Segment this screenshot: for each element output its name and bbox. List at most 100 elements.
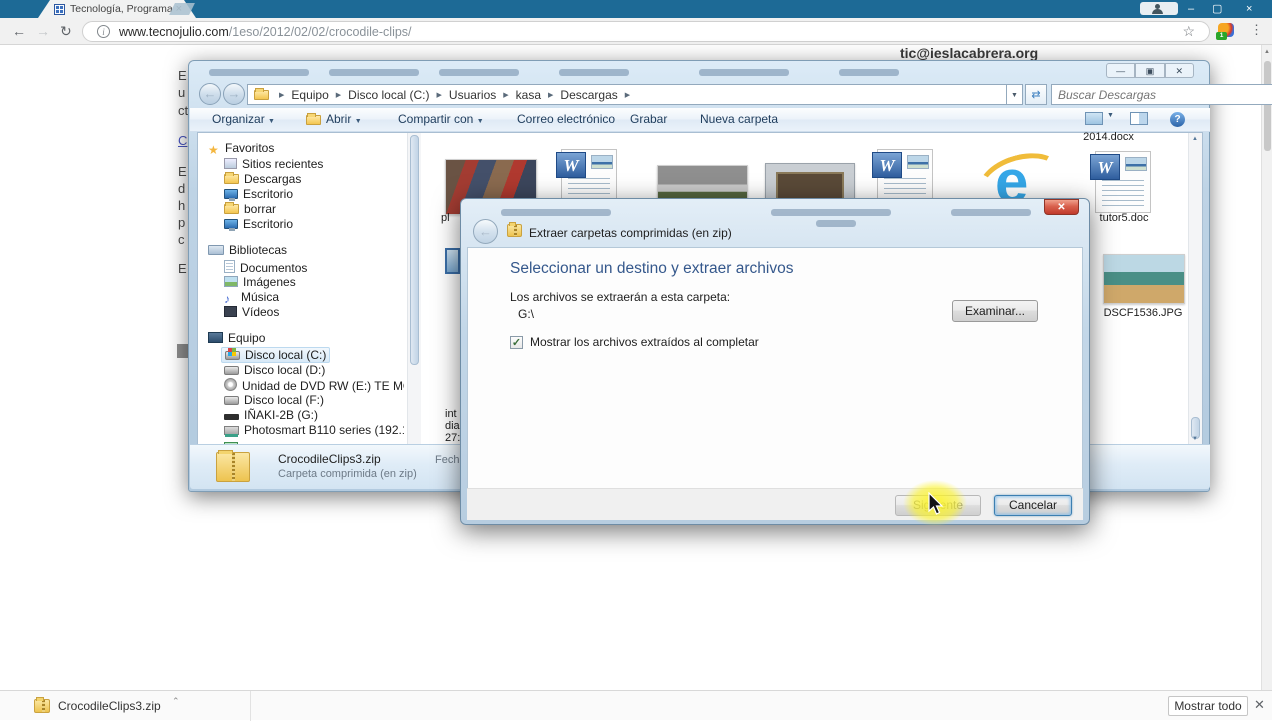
sidebar-item-photosmart[interactable]: Photosmart B110 series (192.1 bbox=[224, 423, 404, 437]
sidebar-item-dvd[interactable]: Unidad de DVD RW (E:) TE MO bbox=[224, 378, 404, 393]
explorer-minimize-button[interactable]: — bbox=[1106, 63, 1135, 78]
download-chevron-icon[interactable]: ⌃ bbox=[172, 696, 180, 707]
page-scrollbar[interactable]: ▲ bbox=[1261, 45, 1272, 690]
download-item[interactable]: CrocodileClips3.zip bbox=[34, 695, 234, 717]
show-extracted-label[interactable]: Mostrar los archivos extraídos al comple… bbox=[530, 335, 759, 349]
blurred-text bbox=[439, 69, 519, 76]
destination-path[interactable]: G:\ bbox=[518, 307, 534, 321]
share-button[interactable]: Compartir con ▼ bbox=[398, 112, 484, 126]
sidebar-item-musica[interactable]: ♪Música bbox=[224, 290, 279, 306]
scroll-up-icon[interactable]: ▲ bbox=[1264, 49, 1270, 55]
breadcrumb[interactable]: ▶ Equipo ▶ Disco local (C:) ▶ Usuarios ▶… bbox=[247, 84, 1007, 105]
breadcrumb-kasa[interactable]: kasa bbox=[514, 88, 543, 102]
page-info-icon[interactable]: i bbox=[97, 25, 110, 38]
blurred-text bbox=[699, 69, 789, 76]
dialog-back-button[interactable]: ← bbox=[473, 219, 498, 244]
search-input[interactable] bbox=[1058, 87, 1272, 103]
burn-button[interactable]: Grabar bbox=[630, 112, 667, 126]
chevron-right-icon: ▶ bbox=[543, 91, 558, 99]
pictures-icon bbox=[224, 276, 238, 287]
file-partial-icon[interactable] bbox=[445, 248, 460, 274]
breadcrumb-disco-c[interactable]: Disco local (C:) bbox=[346, 88, 431, 102]
page-email-text: tic@ieslacabrera.org bbox=[900, 45, 1038, 61]
window-maximize-button[interactable]: ▢ bbox=[1212, 0, 1222, 18]
download-bar-close-icon[interactable]: ✕ bbox=[1254, 697, 1265, 713]
breadcrumb-descargas[interactable]: Descargas bbox=[558, 88, 619, 102]
explorer-forward-button[interactable]: → bbox=[223, 83, 245, 105]
blurred-text bbox=[771, 209, 891, 216]
address-dropdown-button[interactable]: ▼ bbox=[1007, 84, 1023, 105]
back-icon[interactable]: ← bbox=[12, 22, 26, 40]
sidebar-item-descargas[interactable]: Descargas bbox=[224, 172, 301, 186]
explorer-close-button[interactable]: ✕ bbox=[1165, 63, 1194, 78]
organize-button[interactable]: Organizar ▼ bbox=[212, 112, 275, 126]
explorer-window-controls: — ▣ ✕ bbox=[1106, 63, 1194, 78]
file-label-2014[interactable]: 2014.docx bbox=[1071, 131, 1146, 143]
dialog-close-button[interactable]: ✕ bbox=[1044, 199, 1079, 215]
forward-icon[interactable]: → bbox=[36, 22, 50, 40]
profile-button[interactable] bbox=[1140, 2, 1178, 15]
address-bar[interactable]: i www.tecnojulio.com/1eso/2012/02/02/cro… bbox=[82, 21, 1210, 42]
page-link-fragment[interactable]: C bbox=[178, 133, 187, 148]
show-all-downloads-button[interactable]: Mostrar todo bbox=[1168, 696, 1248, 716]
sidebar-item-escritorio[interactable]: Escritorio bbox=[224, 187, 293, 201]
window-minimize-button[interactable]: – bbox=[1188, 0, 1194, 18]
sidebar-item-disco-f[interactable]: Disco local (F:) bbox=[224, 393, 324, 407]
scroll-up-icon[interactable]: ▲ bbox=[1192, 136, 1198, 142]
show-extracted-checkbox[interactable]: ✓ bbox=[510, 336, 523, 349]
page-text-fragment: p bbox=[178, 215, 185, 230]
scroll-down-icon[interactable]: ▼ bbox=[1192, 436, 1198, 442]
page-text-fragment: u bbox=[178, 85, 185, 100]
file-label-dscf1536[interactable]: DSCF1536.JPG bbox=[1093, 307, 1193, 319]
sidebar-item-imagenes[interactable]: Imágenes bbox=[224, 275, 296, 289]
sidebar-item-borrar[interactable]: borrar bbox=[224, 202, 276, 216]
sidebar-item-disco-c[interactable]: Disco local (C:) bbox=[221, 347, 330, 363]
window-close-button[interactable]: × bbox=[1246, 0, 1252, 18]
browser-menu-icon[interactable]: ⋮ bbox=[1250, 22, 1263, 38]
explorer-maximize-button[interactable]: ▣ bbox=[1135, 63, 1164, 78]
sidebar-section-favoritos[interactable]: ★Favoritos bbox=[208, 141, 274, 157]
file-label-tutor5[interactable]: tutor5.doc bbox=[1089, 212, 1159, 224]
sidebar-item-sitios-recientes[interactable]: Sitios recientes bbox=[224, 157, 323, 171]
sidebar-item-inaki-g[interactable]: IÑAKI-2B (G:) bbox=[224, 408, 318, 422]
explorer-back-button[interactable]: ← bbox=[199, 83, 221, 105]
tab-title: Tecnología, Programació bbox=[70, 3, 172, 15]
browse-button[interactable]: Examinar... bbox=[952, 300, 1038, 322]
url-text: www.tecnojulio.com/1eso/2012/02/02/croco… bbox=[119, 25, 412, 39]
extension-icon[interactable]: 1 bbox=[1218, 23, 1234, 37]
reload-icon[interactable]: ↻ bbox=[60, 22, 72, 40]
cancel-button[interactable]: Cancelar bbox=[994, 495, 1072, 516]
folder-icon bbox=[224, 204, 239, 214]
sidebar-scrollbar[interactable] bbox=[407, 133, 421, 444]
preview-pane-button[interactable] bbox=[1130, 112, 1148, 125]
blurred-text bbox=[559, 69, 629, 76]
sidebar-section-equipo[interactable]: Equipo bbox=[208, 331, 265, 345]
sidebar-section-bibliotecas[interactable]: Bibliotecas bbox=[208, 243, 287, 257]
help-button[interactable]: ? bbox=[1170, 112, 1185, 127]
change-view-button[interactable] bbox=[1085, 112, 1103, 125]
file-word-doc-tutor5[interactable]: W bbox=[1095, 151, 1151, 213]
videos-icon bbox=[224, 306, 237, 317]
page-text-fragment: E bbox=[178, 261, 187, 276]
chevron-right-icon: ▶ bbox=[432, 91, 447, 99]
breadcrumb-usuarios[interactable]: Usuarios bbox=[447, 88, 498, 102]
chevron-down-icon[interactable]: ▼ bbox=[1107, 112, 1114, 119]
open-button[interactable]: Abrir ▼ bbox=[326, 112, 362, 126]
chevron-right-icon: ▶ bbox=[620, 91, 635, 99]
file-list-scrollbar[interactable]: ▲ ▼ bbox=[1188, 133, 1202, 444]
email-button[interactable]: Correo electrónico bbox=[517, 112, 615, 126]
star-icon: ★ bbox=[208, 143, 225, 157]
sidebar-item-disco-d[interactable]: Disco local (D:) bbox=[224, 363, 325, 377]
drive-icon bbox=[224, 366, 239, 375]
bookmark-star-icon[interactable]: ☆ bbox=[1182, 23, 1195, 40]
explorer-command-bar: Organizar ▼ Abrir ▼ Compartir con ▼ Corr… bbox=[190, 108, 1210, 132]
sidebar-item-videos[interactable]: Vídeos bbox=[224, 305, 279, 319]
breadcrumb-equipo[interactable]: Equipo bbox=[289, 88, 330, 102]
sidebar-item-escritorio-2[interactable]: Escritorio bbox=[224, 217, 293, 231]
browser-tab-bar: Tecnología, Programació × – ▢ × bbox=[0, 0, 1272, 18]
sidebar-item-documentos[interactable]: Documentos bbox=[224, 260, 307, 275]
new-folder-button[interactable]: Nueva carpeta bbox=[700, 112, 778, 126]
file-thumbnail-dscf1536[interactable] bbox=[1103, 254, 1185, 304]
refresh-button[interactable]: ⇄ bbox=[1025, 84, 1047, 105]
music-note-icon: ♪ bbox=[224, 292, 241, 306]
